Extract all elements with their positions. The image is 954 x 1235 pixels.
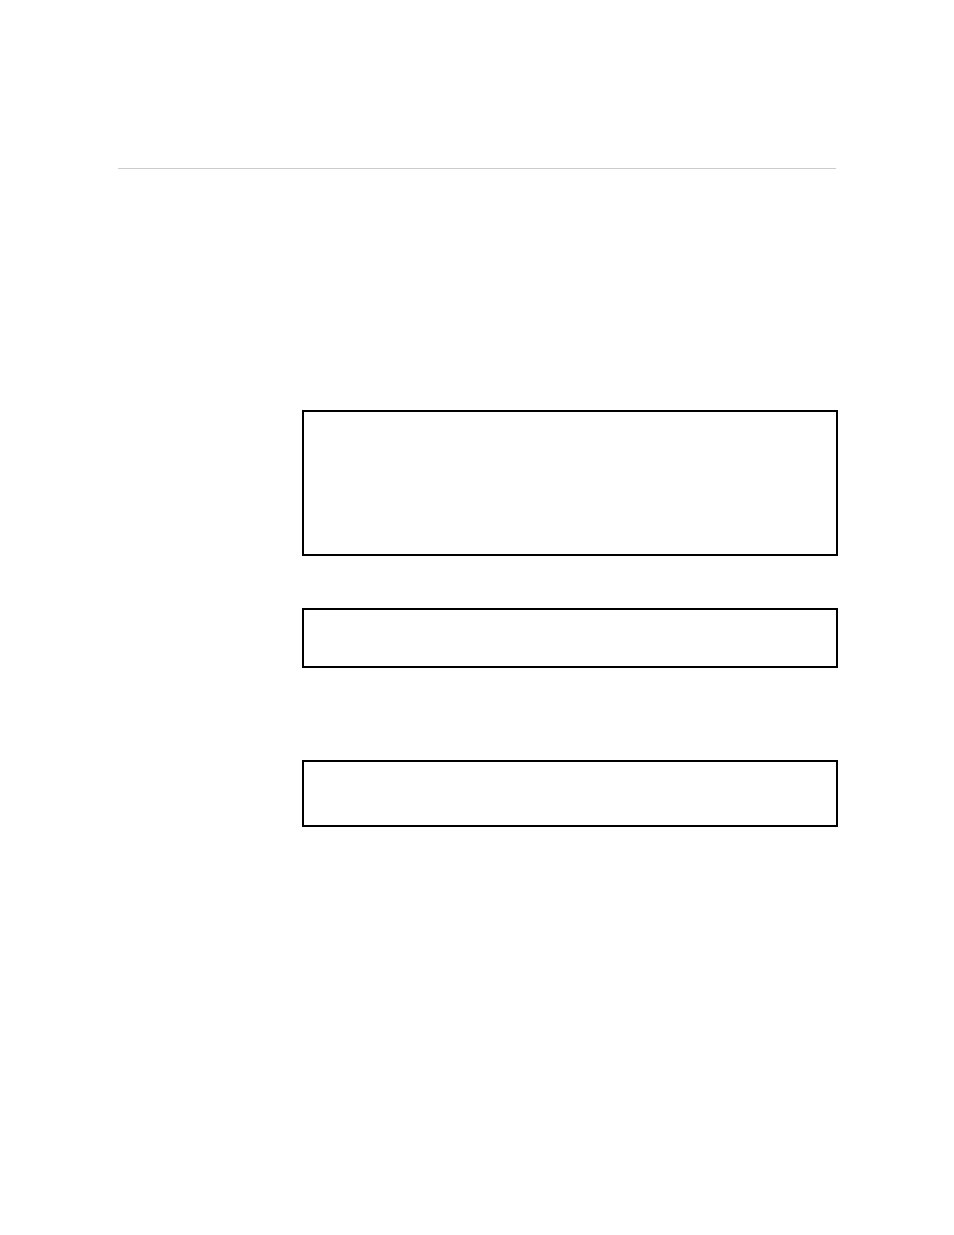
- horizontal-divider: [118, 168, 836, 169]
- empty-box-3: [302, 760, 838, 827]
- empty-box-1: [302, 410, 838, 556]
- empty-box-2: [302, 608, 838, 668]
